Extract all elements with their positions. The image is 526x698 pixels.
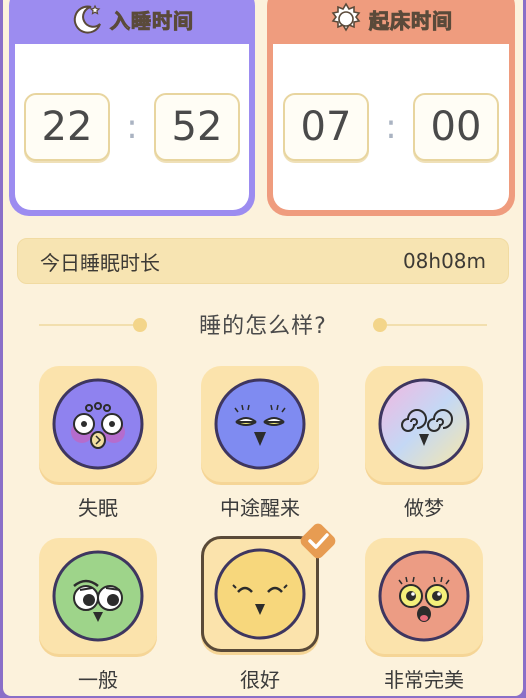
- sleep-quality-header: 睡的怎么样?: [3, 304, 523, 344]
- time-separator: :: [126, 107, 138, 147]
- time-separator: :: [385, 107, 397, 147]
- sun-icon: [331, 2, 361, 32]
- divider-right: [387, 324, 487, 326]
- sleep-time-picker: 22 : 52: [15, 44, 249, 210]
- good-owl-icon: [214, 548, 306, 640]
- dream-owl-icon: [378, 378, 470, 470]
- mood-insomnia-tile[interactable]: [39, 366, 157, 482]
- insomnia-owl-icon: [52, 378, 144, 470]
- sleep-hour-field[interactable]: 22: [24, 93, 110, 161]
- moon-icon: [73, 4, 101, 34]
- wake-time-card: 起床时间 07 : 00: [267, 0, 515, 216]
- mood-woke-up-tile[interactable]: [201, 366, 319, 482]
- wake-time-picker: 07 : 00: [273, 44, 509, 210]
- sleep-duration-value: 08h08m: [402, 249, 486, 273]
- sleep-time-card: 入睡时间 22 : 52: [9, 0, 255, 216]
- mood-woke-up-label: 中途醒来: [220, 496, 300, 520]
- mood-insomnia-label: 失眠: [78, 496, 118, 520]
- sleep-time-header: 入睡时间: [9, 0, 255, 44]
- perfect-owl-icon: [378, 550, 470, 642]
- sleep-duration-bar: 今日睡眠时长 08h08m: [17, 238, 509, 284]
- woke-up-owl-icon: [214, 378, 306, 470]
- mood-average-tile[interactable]: [39, 538, 157, 654]
- mood-average-label: 一般: [78, 668, 118, 692]
- divider-dot-right: [373, 318, 387, 332]
- sleep-log-screen: 入睡时间 22 : 52 起床时间 07 : 00 今日睡眠时长 08h08m: [3, 0, 523, 696]
- mood-perfect-tile[interactable]: [365, 538, 483, 654]
- mood-good-label: 很好: [240, 668, 280, 692]
- mood-dream-label: 做梦: [404, 496, 444, 520]
- average-owl-icon: [52, 550, 144, 642]
- sleep-time-title: 入睡时间: [110, 8, 194, 33]
- mood-perfect-label: 非常完美: [384, 668, 464, 692]
- wake-time-header: 起床时间: [267, 0, 515, 44]
- sleep-duration-label: 今日睡眠时长: [40, 250, 160, 275]
- wake-hour-field[interactable]: 07: [283, 93, 369, 161]
- sleep-minute-field[interactable]: 52: [154, 93, 240, 161]
- selected-check-icon: [300, 523, 336, 559]
- mood-dream-tile[interactable]: [365, 366, 483, 482]
- wake-time-title: 起床时间: [369, 8, 453, 33]
- wake-minute-field[interactable]: 00: [413, 93, 499, 161]
